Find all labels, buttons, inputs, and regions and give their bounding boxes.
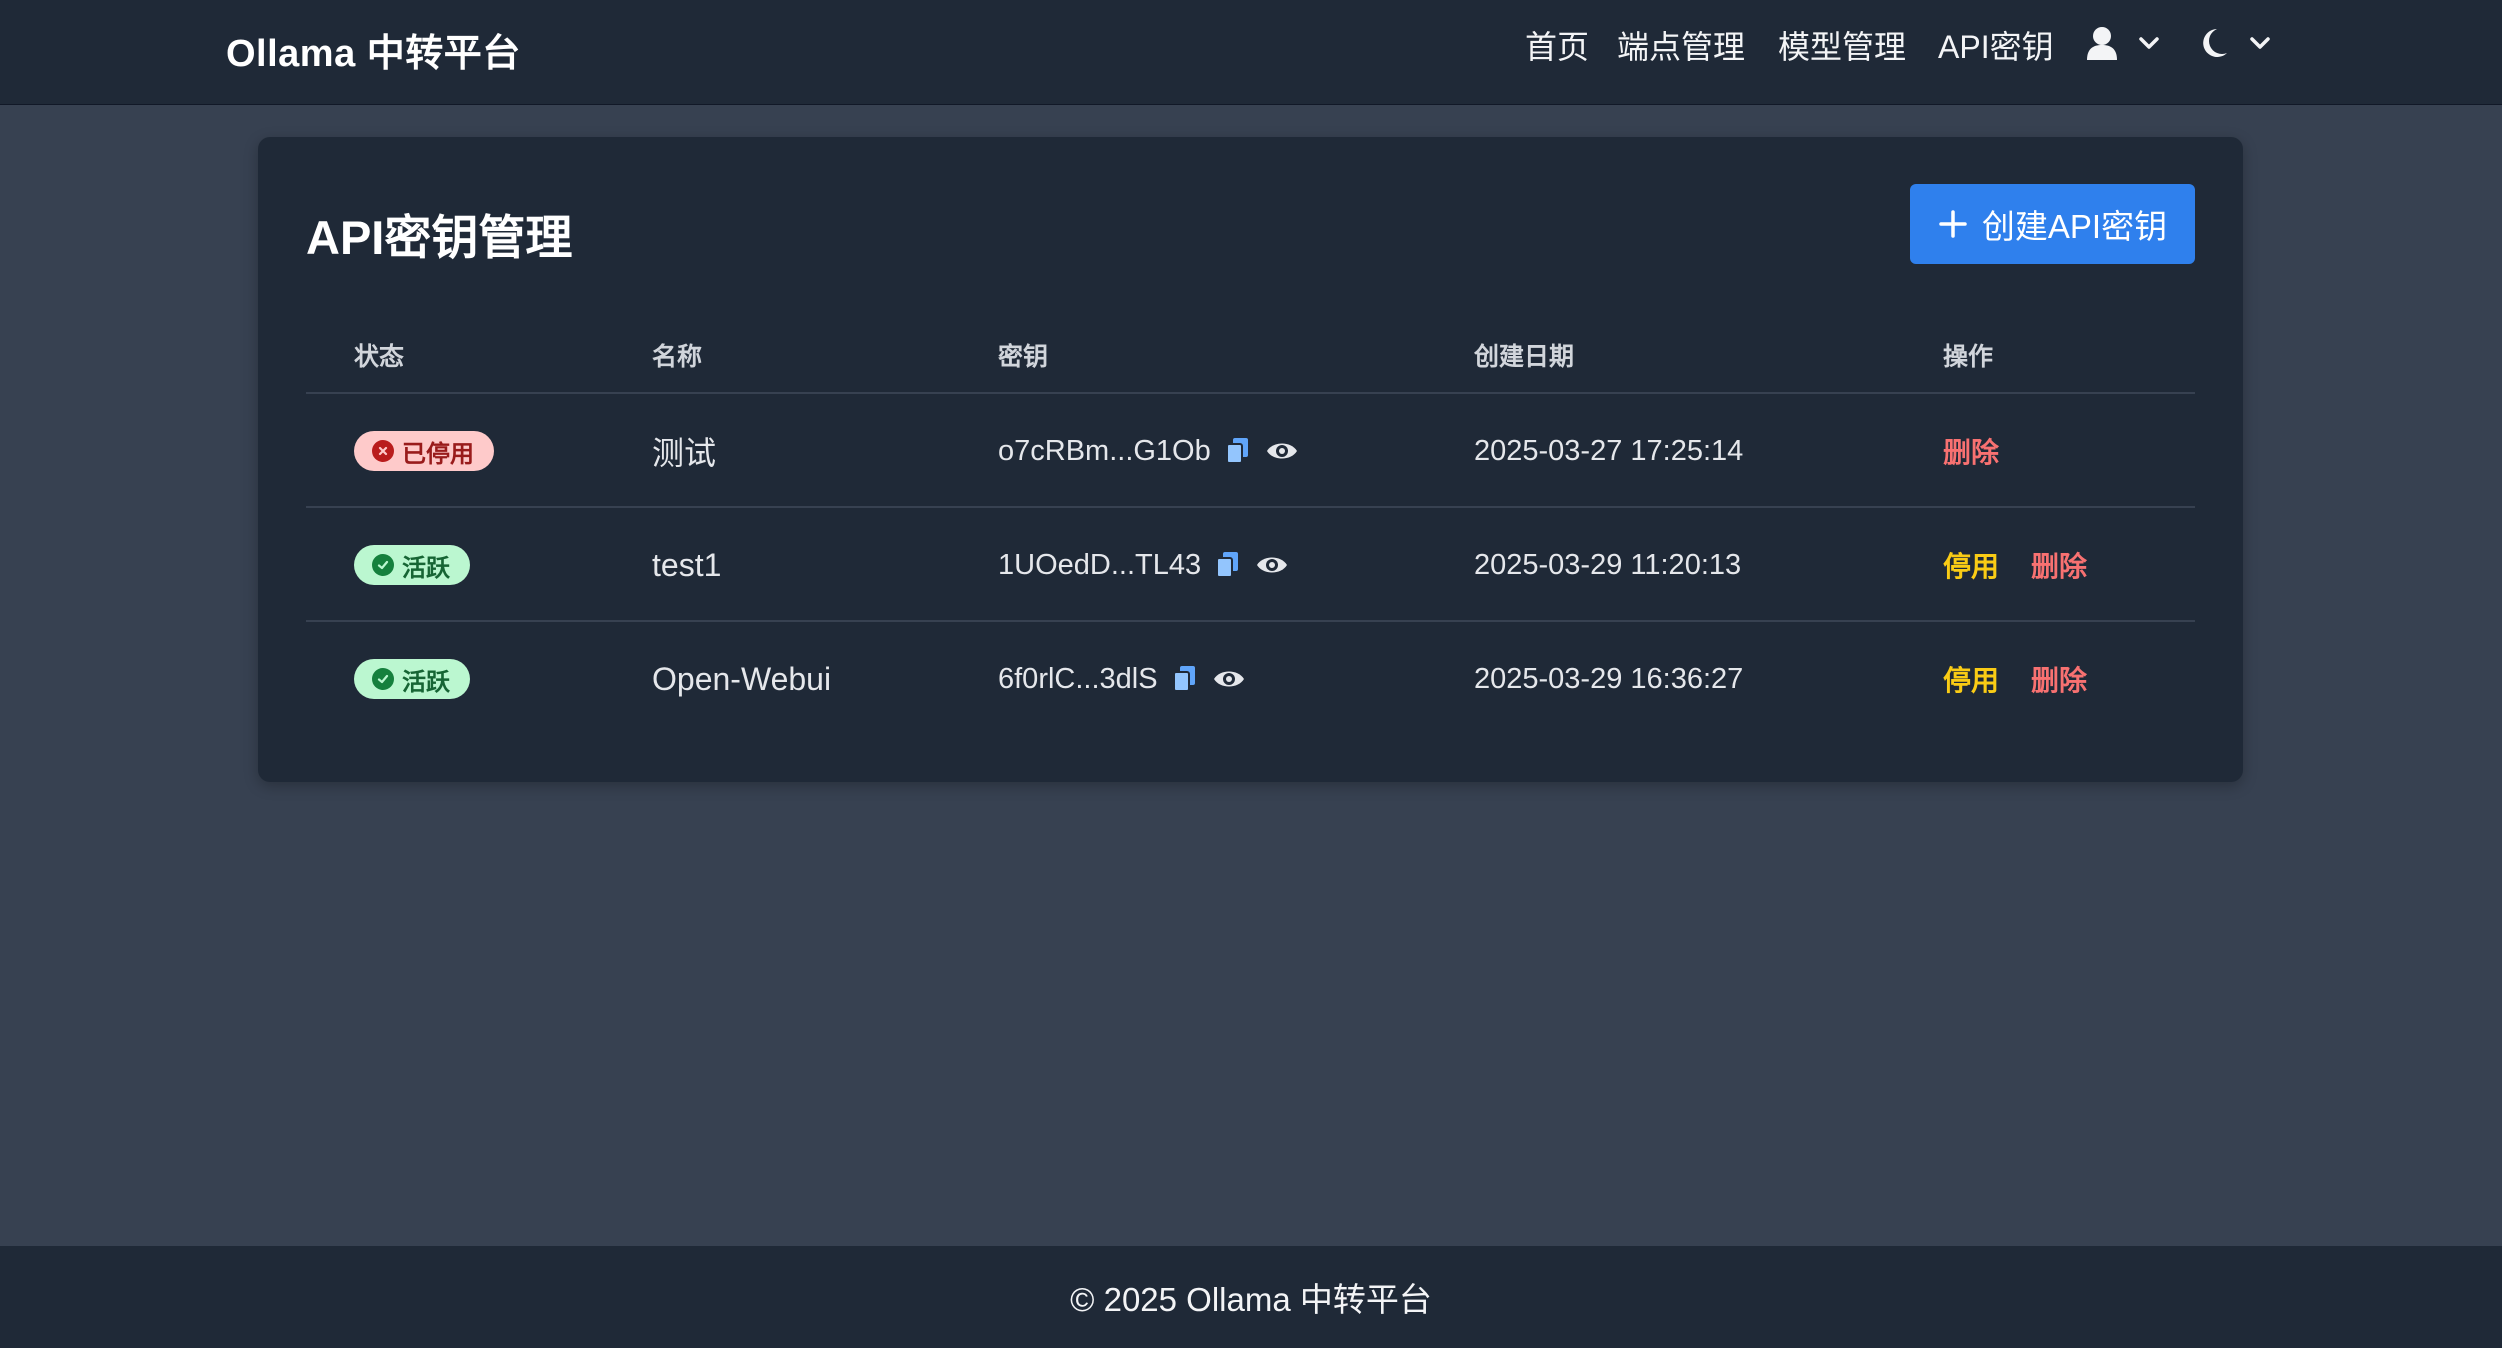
created-cell: 2025-03-27 17:25:14 [1474,434,1744,467]
key-value: 1UOedD...TL43 [998,548,1202,581]
name-cell: Open-Webui [652,660,832,697]
nav-link-home[interactable]: 首页 [1525,22,1589,68]
header-key: 密钥 [998,343,1049,371]
copy-icon[interactable] [1172,664,1198,694]
status-badge: 活跃 [354,659,470,699]
table-row: 活跃 Open-Webui 6f0rlC...3dlS 2025-03-29 1… [306,622,2195,736]
created-cell: 2025-03-29 11:20:13 [1474,548,1742,581]
name-cell: 测试 [652,435,717,471]
status-badge: 活跃 [354,545,470,585]
status-badge: 已停用 [354,431,494,471]
table-row: 已停用 测试 o7cRBm...G1Ob 2025-03-27 17:25:14… [306,394,2195,508]
key-value: o7cRBm...G1Ob [998,434,1211,467]
check-circle-icon [372,554,394,576]
status-label: 活跃 [402,668,450,696]
user-menu-toggle[interactable] [2086,26,2166,62]
status-cell: 活跃 [354,622,470,736]
status-cell: 活跃 [354,508,470,622]
key-cell: o7cRBm...G1Ob [998,394,1299,508]
disable-button[interactable]: 停用 [1943,545,1999,585]
eye-icon[interactable] [1212,666,1246,692]
footer: © 2025 Ollama 中转平台 [0,1246,2502,1348]
header-created: 创建日期 [1474,343,1575,371]
page-title: API密钥管理 [306,211,573,264]
copy-icon[interactable] [1225,436,1251,466]
key-cell: 1UOedD...TL43 [998,508,1289,622]
check-circle-icon [372,668,394,690]
actions-cell: 停用 删除 [1943,622,2087,736]
footer-copyright: © 2025 Ollama 中转平台 [1070,1281,1432,1318]
header-name: 名称 [652,343,703,371]
eye-icon[interactable] [1265,438,1299,464]
nav-link-endpoints[interactable]: 端点管理 [1617,22,1745,68]
theme-menu-toggle[interactable] [2197,26,2277,62]
created-cell: 2025-03-29 16:36:27 [1474,662,1744,695]
actions-cell: 删除 [1943,394,1999,508]
top-navbar: Ollama 中转平台 首页 端点管理 模型管理 API密钥 [0,0,2502,105]
header-status: 状态 [354,343,405,371]
actions-cell: 停用 删除 [1943,508,2087,622]
delete-button[interactable]: 删除 [1943,431,1999,471]
key-cell: 6f0rlC...3dlS [998,622,1246,736]
brand-title[interactable]: Ollama 中转平台 [226,22,521,77]
disable-button[interactable]: 停用 [1943,659,1999,699]
status-cell: 已停用 [354,394,494,508]
status-label: 活跃 [402,554,450,582]
delete-button[interactable]: 删除 [2031,659,2087,699]
create-button-label: 创建API密钥 [1981,208,2168,245]
status-label: 已停用 [402,440,474,468]
key-value: 6f0rlC...3dlS [998,662,1158,695]
nav-link-models[interactable]: 模型管理 [1778,22,1906,68]
name-cell: test1 [652,546,722,583]
moon-icon [2203,29,2270,57]
eye-icon[interactable] [1255,552,1289,578]
table-row: 活跃 test1 1UOedD...TL43 2025-03-29 11:20:… [306,508,2195,622]
user-icon [2087,27,2159,60]
delete-button[interactable]: 删除 [2031,545,2087,585]
create-api-key-button[interactable]: 创建API密钥 [1910,184,2195,264]
x-circle-icon [372,440,394,462]
header-actions: 操作 [1943,343,1994,371]
plus-icon [1939,210,1967,238]
nav-link-api-keys[interactable]: API密钥 [1938,22,2054,68]
copy-icon[interactable] [1215,550,1241,580]
